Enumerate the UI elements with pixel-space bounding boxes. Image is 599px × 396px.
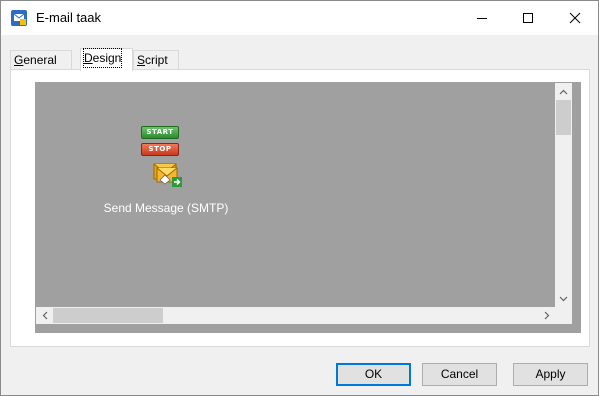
maximize-icon [523, 13, 533, 23]
envelope-send-icon[interactable] [153, 162, 183, 188]
scroll-down-button[interactable] [555, 290, 572, 307]
apply-button[interactable]: Apply [513, 363, 588, 386]
chevron-down-icon [559, 296, 568, 301]
close-icon [569, 12, 581, 24]
vertical-scroll-thumb[interactable] [556, 100, 571, 135]
design-canvas-frame: START STOP Send Message (SMTP) [35, 82, 581, 333]
tab-general[interactable]: General [10, 50, 72, 69]
horizontal-scroll-thumb[interactable] [53, 308, 163, 323]
app-icon [11, 10, 27, 26]
cancel-button[interactable]: Cancel [422, 363, 497, 386]
flow-stop-marker[interactable]: STOP [141, 143, 179, 156]
design-canvas[interactable]: START STOP Send Message (SMTP) [36, 83, 555, 307]
tab-script[interactable]: Script [133, 50, 179, 69]
flow-start-marker[interactable]: START [141, 126, 179, 139]
horizontal-scrollbar[interactable] [36, 307, 555, 324]
minimize-icon [477, 18, 487, 19]
tab-design[interactable]: Design [80, 48, 133, 71]
title-bar[interactable]: E-mail taak [1, 1, 598, 35]
scroll-left-button[interactable] [36, 307, 53, 324]
email-task-dialog: E-mail taak General Design Script START … [0, 0, 599, 396]
chevron-up-icon [559, 89, 568, 94]
maximize-button[interactable] [505, 1, 551, 35]
close-button[interactable] [552, 1, 598, 35]
design-tab-panel: START STOP Send Message (SMTP) [10, 69, 590, 347]
tab-design-label: Design [82, 48, 123, 68]
ok-button[interactable]: OK [336, 363, 411, 386]
window-title: E-mail taak [36, 10, 102, 25]
minimize-button[interactable] [459, 1, 505, 35]
tab-general-label: General [14, 53, 57, 67]
flow-node-label: Send Message (SMTP) [103, 201, 229, 215]
tab-script-label: Script [137, 53, 168, 67]
scrollbar-corner [555, 307, 572, 324]
vertical-scrollbar[interactable] [555, 83, 572, 307]
chevron-left-icon [42, 311, 47, 320]
scroll-right-button[interactable] [538, 307, 555, 324]
chevron-right-icon [544, 311, 549, 320]
scroll-up-button[interactable] [555, 83, 572, 100]
tab-strip: General Design Script [10, 48, 590, 71]
